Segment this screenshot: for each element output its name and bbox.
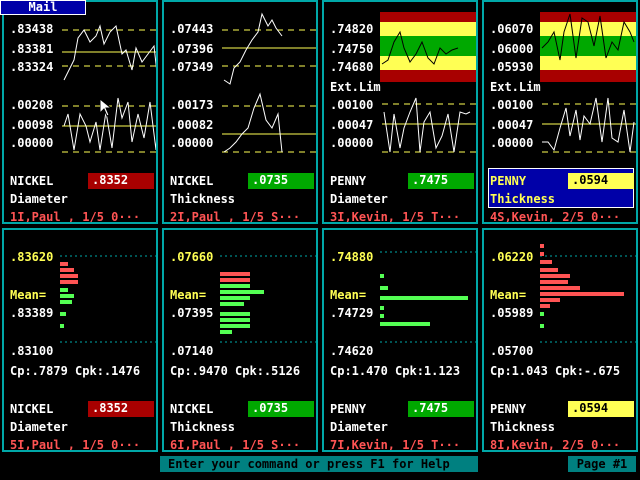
feature-name: Diameter xyxy=(10,192,68,206)
range-ucl-label: .00208 xyxy=(10,98,54,112)
xbar-ucl-label: .83438 xyxy=(10,22,54,36)
current-value: .0594 xyxy=(568,173,634,189)
mail-tab[interactable]: Mail xyxy=(0,0,86,15)
panel-footer: 2I,Paul , 1/5 S··· xyxy=(170,210,301,224)
feature-name: Thickness xyxy=(170,192,236,206)
capability-indices: Cp:1.470 Cpk:1.123 xyxy=(330,364,461,378)
range-center-label: .00082 xyxy=(170,118,214,132)
hist-upper-limit-label: .06220 xyxy=(490,250,534,264)
part-name: NICKEL xyxy=(10,174,54,188)
hist-mean-value: .83389 xyxy=(10,306,54,320)
hist-lower-limit-label: .74620 xyxy=(330,344,374,358)
range-center-label: .00047 xyxy=(330,118,374,132)
histogram-panel-5[interactable]: .83620 Mean= .83389 .83100 Cp:.7879 Cpk:… xyxy=(2,228,158,452)
panel-footer: 4S,Kevin, 2/5 0··· xyxy=(490,210,621,224)
range-lcl-label: .00000 xyxy=(170,136,214,150)
xbar-lcl-label: .74680 xyxy=(330,60,374,74)
ext-limits-label: Ext.Lim xyxy=(490,80,541,94)
control-chart-panel-1[interactable]: .83438 .83381 .83324 .00208 .00098 .0000… xyxy=(2,0,158,224)
hist-lower-limit-label: .83100 xyxy=(10,344,54,358)
control-chart-panel-3[interactable]: .74820 .74750 .74680 Ext.Lim .00100 .000… xyxy=(322,0,478,224)
part-name: NICKEL xyxy=(170,174,214,188)
panel-footer: 6I,Paul , 1/5 S··· xyxy=(170,438,301,452)
feature-name: Diameter xyxy=(10,420,68,434)
xbar-center-label: .74750 xyxy=(330,42,374,56)
xbar-center-label: .83381 xyxy=(10,42,54,56)
range-lcl-label: .00000 xyxy=(10,136,54,150)
current-value: .8352 xyxy=(88,173,154,189)
range-ucl-label: .00100 xyxy=(490,98,534,112)
part-name: NICKEL xyxy=(170,402,214,416)
xbar-ucl-label: .74820 xyxy=(330,22,374,36)
xbar-lcl-label: .83324 xyxy=(10,60,54,74)
hist-lower-limit-label: .05700 xyxy=(490,344,534,358)
current-value: .0735 xyxy=(248,401,314,417)
capability-indices: Cp:1.043 Cpk:-.675 xyxy=(490,364,621,378)
panel-footer: 8I,Kevin, 2/5 0··· xyxy=(490,438,621,452)
range-lcl-label: .00000 xyxy=(330,136,374,150)
histogram-panel-8[interactable]: .06220 Mean= .05989 .05700 Cp:1.043 Cpk:… xyxy=(482,228,638,452)
mouse-pointer-icon xyxy=(100,99,112,117)
xbar-lcl-label: .05930 xyxy=(490,60,534,74)
histogram-panel-6[interactable]: .07660 Mean= .07395 .07140 Cp:.9470 Cpk:… xyxy=(162,228,318,452)
range-lcl-label: .00000 xyxy=(490,136,534,150)
feature-name: Diameter xyxy=(330,192,388,206)
panel-footer: 7I,Kevin, 1/5 T··· xyxy=(330,438,461,452)
panel-footer: 1I,Paul , 1/5 0··· xyxy=(10,210,141,224)
current-value: .7475 xyxy=(408,401,474,417)
part-name: PENNY xyxy=(330,174,367,188)
hist-upper-limit-label: .07660 xyxy=(170,250,214,264)
range-ucl-label: .00173 xyxy=(170,98,214,112)
hist-lower-limit-label: .07140 xyxy=(170,344,214,358)
range-center-label: .00047 xyxy=(490,118,534,132)
range-ucl-label: .00100 xyxy=(330,98,374,112)
hist-upper-limit-label: .74880 xyxy=(330,250,374,264)
control-chart-panel-4[interactable]: .06070 .06000 .05930 Ext.Lim .00100 .000… xyxy=(482,0,638,224)
current-value: .0594 xyxy=(568,401,634,417)
control-chart-panel-2[interactable]: .07443 .07396 .07349 .00173 .00082 .0000… xyxy=(162,0,318,224)
feature-name: Thickness xyxy=(170,420,236,434)
part-name: NICKEL xyxy=(10,402,54,416)
range-center-label: .00098 xyxy=(10,118,54,132)
part-name: PENNY xyxy=(490,174,527,188)
feature-name: Thickness xyxy=(490,192,556,206)
mean-label: Mean= xyxy=(330,288,367,302)
xbar-ucl-label: .06070 xyxy=(490,22,534,36)
mean-label: Mean= xyxy=(170,288,207,302)
feature-name: Diameter xyxy=(330,420,388,434)
xbar-center-label: .06000 xyxy=(490,42,534,56)
capability-indices: Cp:.7879 Cpk:.1476 xyxy=(10,364,141,378)
current-value: .8352 xyxy=(88,401,154,417)
xbar-ucl-label: .07443 xyxy=(170,22,214,36)
panel-footer: 3I,Kevin, 1/5 T··· xyxy=(330,210,461,224)
mean-label: Mean= xyxy=(490,288,527,302)
ext-limits-label: Ext.Lim xyxy=(330,80,381,94)
panel-footer: 5I,Paul , 1/5 0··· xyxy=(10,438,141,452)
part-name: PENNY xyxy=(490,402,527,416)
hist-mean-value: .07395 xyxy=(170,306,214,320)
mean-label: Mean= xyxy=(10,288,47,302)
part-name: PENNY xyxy=(330,402,367,416)
xbar-lcl-label: .07349 xyxy=(170,60,214,74)
current-value: .0735 xyxy=(248,173,314,189)
command-prompt[interactable]: Enter your command or press F1 for Help xyxy=(160,456,478,472)
feature-name: Thickness xyxy=(490,420,556,434)
current-value: .7475 xyxy=(408,173,474,189)
hist-mean-value: .05989 xyxy=(490,306,534,320)
hist-mean-value: .74729 xyxy=(330,306,374,320)
page-indicator: Page #1 xyxy=(568,456,636,472)
histogram-panel-7[interactable]: .74880 Mean= .74729 .74620 Cp:1.470 Cpk:… xyxy=(322,228,478,452)
xbar-center-label: .07396 xyxy=(170,42,214,56)
hist-upper-limit-label: .83620 xyxy=(10,250,54,264)
capability-indices: Cp:.9470 Cpk:.5126 xyxy=(170,364,301,378)
